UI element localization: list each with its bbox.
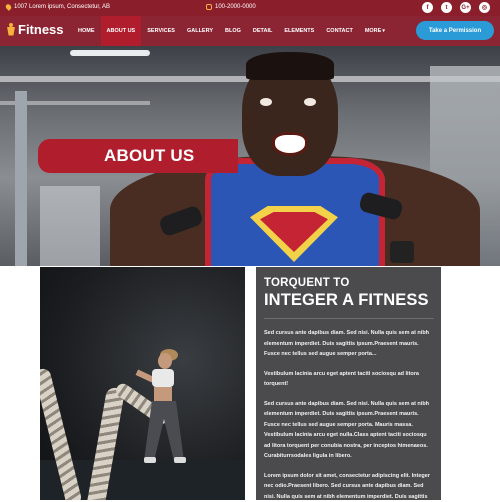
phone-icon (206, 4, 212, 10)
address-text: 1007 Lorem ipsum, Consectetur, AB (14, 4, 110, 10)
paragraph: Vestibulum lacinia arcu eget aptent taci… (264, 369, 433, 390)
top-bar: 1007 Lorem ipsum, Consectetur, AB 100-20… (0, 0, 500, 16)
paragraph: Sed cursus ante dapibus diam. Sed nisi. … (264, 328, 433, 360)
phone: 100-2000-0000 (206, 4, 256, 10)
main-nav: HOME ABOUT US SERVICES GALLERY BLOG DETA… (72, 16, 391, 46)
nav-item-more[interactable]: MORE ▾ (359, 16, 391, 46)
athlete-icon (6, 23, 16, 37)
chevron-down-icon: ▾ (382, 28, 385, 34)
nav-item-services[interactable]: SERVICES (141, 16, 181, 46)
nav-item-blog[interactable]: BLOG (219, 16, 247, 46)
paragraph: Lorem ipsum dolor sit amet, consectetur … (264, 471, 433, 502)
page-title-banner: ABOUT US (38, 139, 238, 173)
social-links: f t G+ ◎ (422, 2, 490, 13)
nav-item-more-label: MORE (365, 28, 382, 34)
about-text-panel: TORQUENT TO INTEGER A FITNESS Sed cursus… (256, 267, 441, 500)
address: 1007 Lorem ipsum, Consectetur, AB (6, 4, 110, 10)
location-pin-icon (5, 3, 13, 11)
nav-item-about-us[interactable]: ABOUT US (101, 16, 142, 46)
section-title: INTEGER A FITNESS (264, 291, 433, 310)
nav-item-gallery[interactable]: GALLERY (181, 16, 219, 46)
instagram-icon[interactable]: ◎ (479, 2, 490, 13)
nav-item-elements[interactable]: ELEMENTS (278, 16, 320, 46)
logo-text: Fitness (18, 22, 64, 37)
twitter-icon[interactable]: t (441, 2, 452, 13)
nav-item-contact[interactable]: CONTACT (320, 16, 358, 46)
navbar: Fitness HOME ABOUT US SERVICES GALLERY B… (0, 16, 500, 46)
facebook-icon[interactable]: f (422, 2, 433, 13)
section-subtitle: TORQUENT TO (264, 277, 433, 289)
nav-item-detail[interactable]: DETAIL (247, 16, 278, 46)
take-permission-button[interactable]: Take a Permission (416, 21, 494, 40)
battle-rope-photo (40, 267, 245, 500)
page-title: ABOUT US (104, 146, 194, 166)
google-plus-icon[interactable]: G+ (460, 2, 471, 13)
divider (264, 318, 434, 319)
logo[interactable]: Fitness (6, 22, 64, 37)
phone-text: 100-2000-0000 (215, 4, 256, 10)
paragraph: Sed cursus ante dapibus diam. Sed nisi. … (264, 399, 433, 462)
nav-item-home[interactable]: HOME (72, 16, 101, 46)
